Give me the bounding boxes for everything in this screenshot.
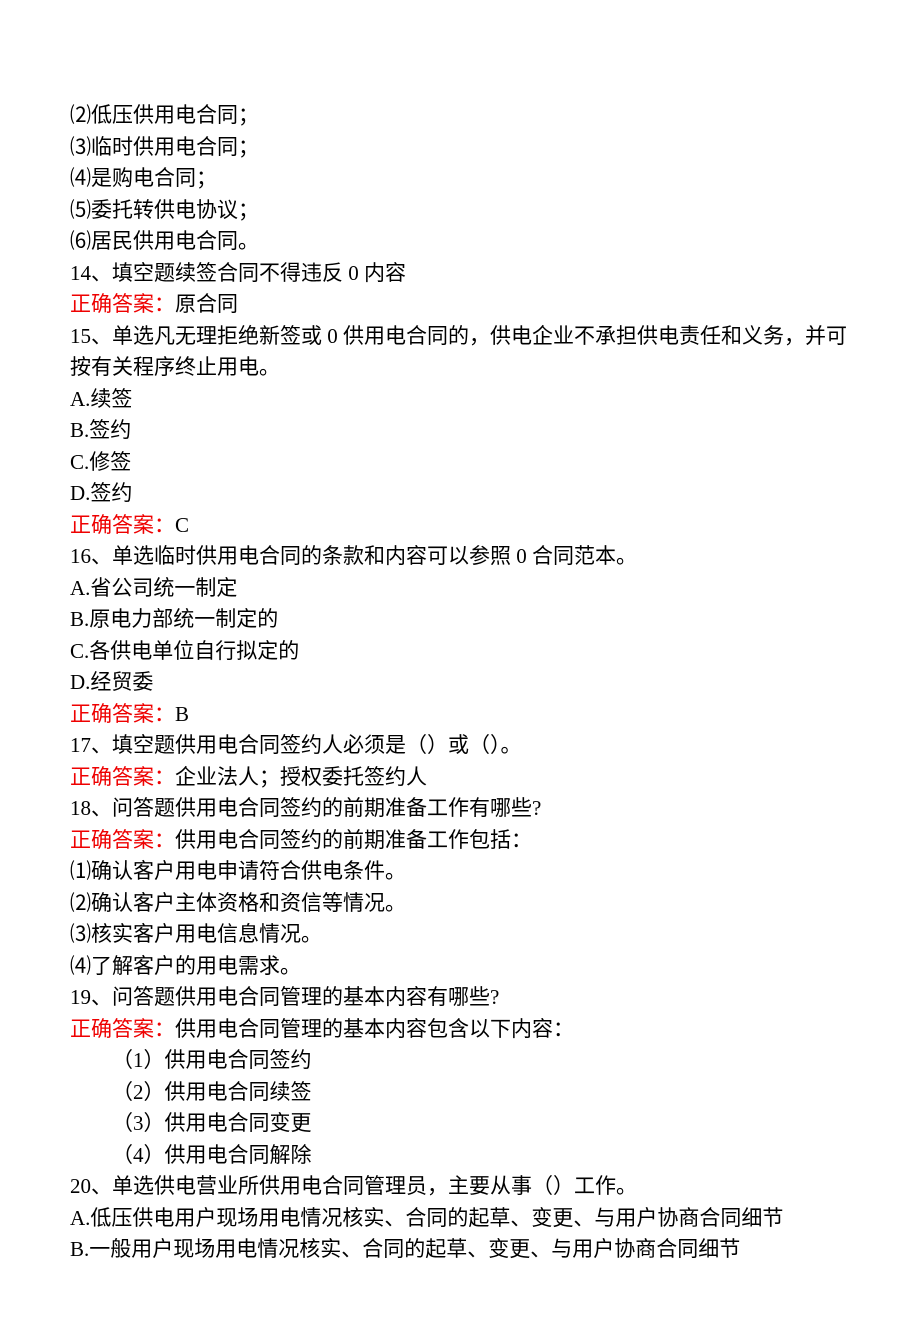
text-line: ⑵低压供用电合同； [70,100,850,132]
text-line: 正确答案：C [70,510,850,542]
answer-label: 正确答案： [70,513,175,537]
answer-label: 正确答案： [70,1017,175,1041]
document-content: ⑵低压供用电合同；⑶临时供用电合同；⑷是购电合同；⑸委托转供电协议；⑹居民供用电… [70,100,850,1266]
text-line: A.低压供电用户现场用电情况核实、合同的起草、变更、与用户协商合同细节 [70,1203,850,1235]
answer-label: 正确答案： [70,765,175,789]
answer-text: B [175,702,189,726]
answer-label: 正确答案： [70,292,175,316]
text-line: B.原电力部统一制定的 [70,604,850,636]
text-line: 19、问答题供用电合同管理的基本内容有哪些? [70,982,850,1014]
answer-text: C [175,513,189,537]
text-line: ⑴确认客户用电申请符合供电条件。 [70,856,850,888]
text-line: （3）供用电合同变更 [70,1108,850,1140]
answer-text: 原合同 [175,292,238,316]
text-line: 14、填空题续签合同不得违反 0 内容 [70,258,850,290]
text-line: （2）供用电合同续签 [70,1077,850,1109]
text-line: 15、单选凡无理拒绝新签或 0 供用电合同的，供电企业不承担供电责任和义务，并可… [70,321,850,384]
text-line: （4）供用电合同解除 [70,1140,850,1172]
answer-text: 供用电合同管理的基本内容包含以下内容： [175,1017,574,1041]
text-line: 18、问答题供用电合同签约的前期准备工作有哪些? [70,793,850,825]
text-line: 正确答案：供用电合同签约的前期准备工作包括： [70,825,850,857]
text-line: 正确答案：原合同 [70,289,850,321]
text-line: D.经贸委 [70,667,850,699]
text-line: ⑸委托转供电协议； [70,195,850,227]
text-line: 17、填空题供用电合同签约人必须是（）或（）。 [70,730,850,762]
text-line: A.省公司统一制定 [70,573,850,605]
text-line: ⑵确认客户主体资格和资信等情况。 [70,888,850,920]
text-line: 正确答案：B [70,699,850,731]
answer-text: 供用电合同签约的前期准备工作包括： [175,828,532,852]
text-line: D.签约 [70,478,850,510]
text-line: B.一般用户现场用电情况核实、合同的起草、变更、与用户协商合同细节 [70,1234,850,1266]
answer-label: 正确答案： [70,828,175,852]
text-line: ⑶临时供用电合同； [70,132,850,164]
text-line: A.续签 [70,384,850,416]
text-line: （1）供用电合同签约 [70,1045,850,1077]
text-line: 正确答案：供用电合同管理的基本内容包含以下内容： [70,1014,850,1046]
answer-text: 企业法人；授权委托签约人 [175,765,427,789]
text-line: ⑷了解客户的用电需求。 [70,951,850,983]
text-line: ⑶核实客户用电信息情况。 [70,919,850,951]
text-line: B.签约 [70,415,850,447]
text-line: 正确答案：企业法人；授权委托签约人 [70,762,850,794]
text-line: 20、单选供电营业所供用电合同管理员，主要从事（）工作。 [70,1171,850,1203]
answer-label: 正确答案： [70,702,175,726]
text-line: C.修签 [70,447,850,479]
text-line: ⑹居民供用电合同。 [70,226,850,258]
text-line: 16、单选临时供用电合同的条款和内容可以参照 0 合同范本。 [70,541,850,573]
text-line: ⑷是购电合同； [70,163,850,195]
text-line: C.各供电单位自行拟定的 [70,636,850,668]
